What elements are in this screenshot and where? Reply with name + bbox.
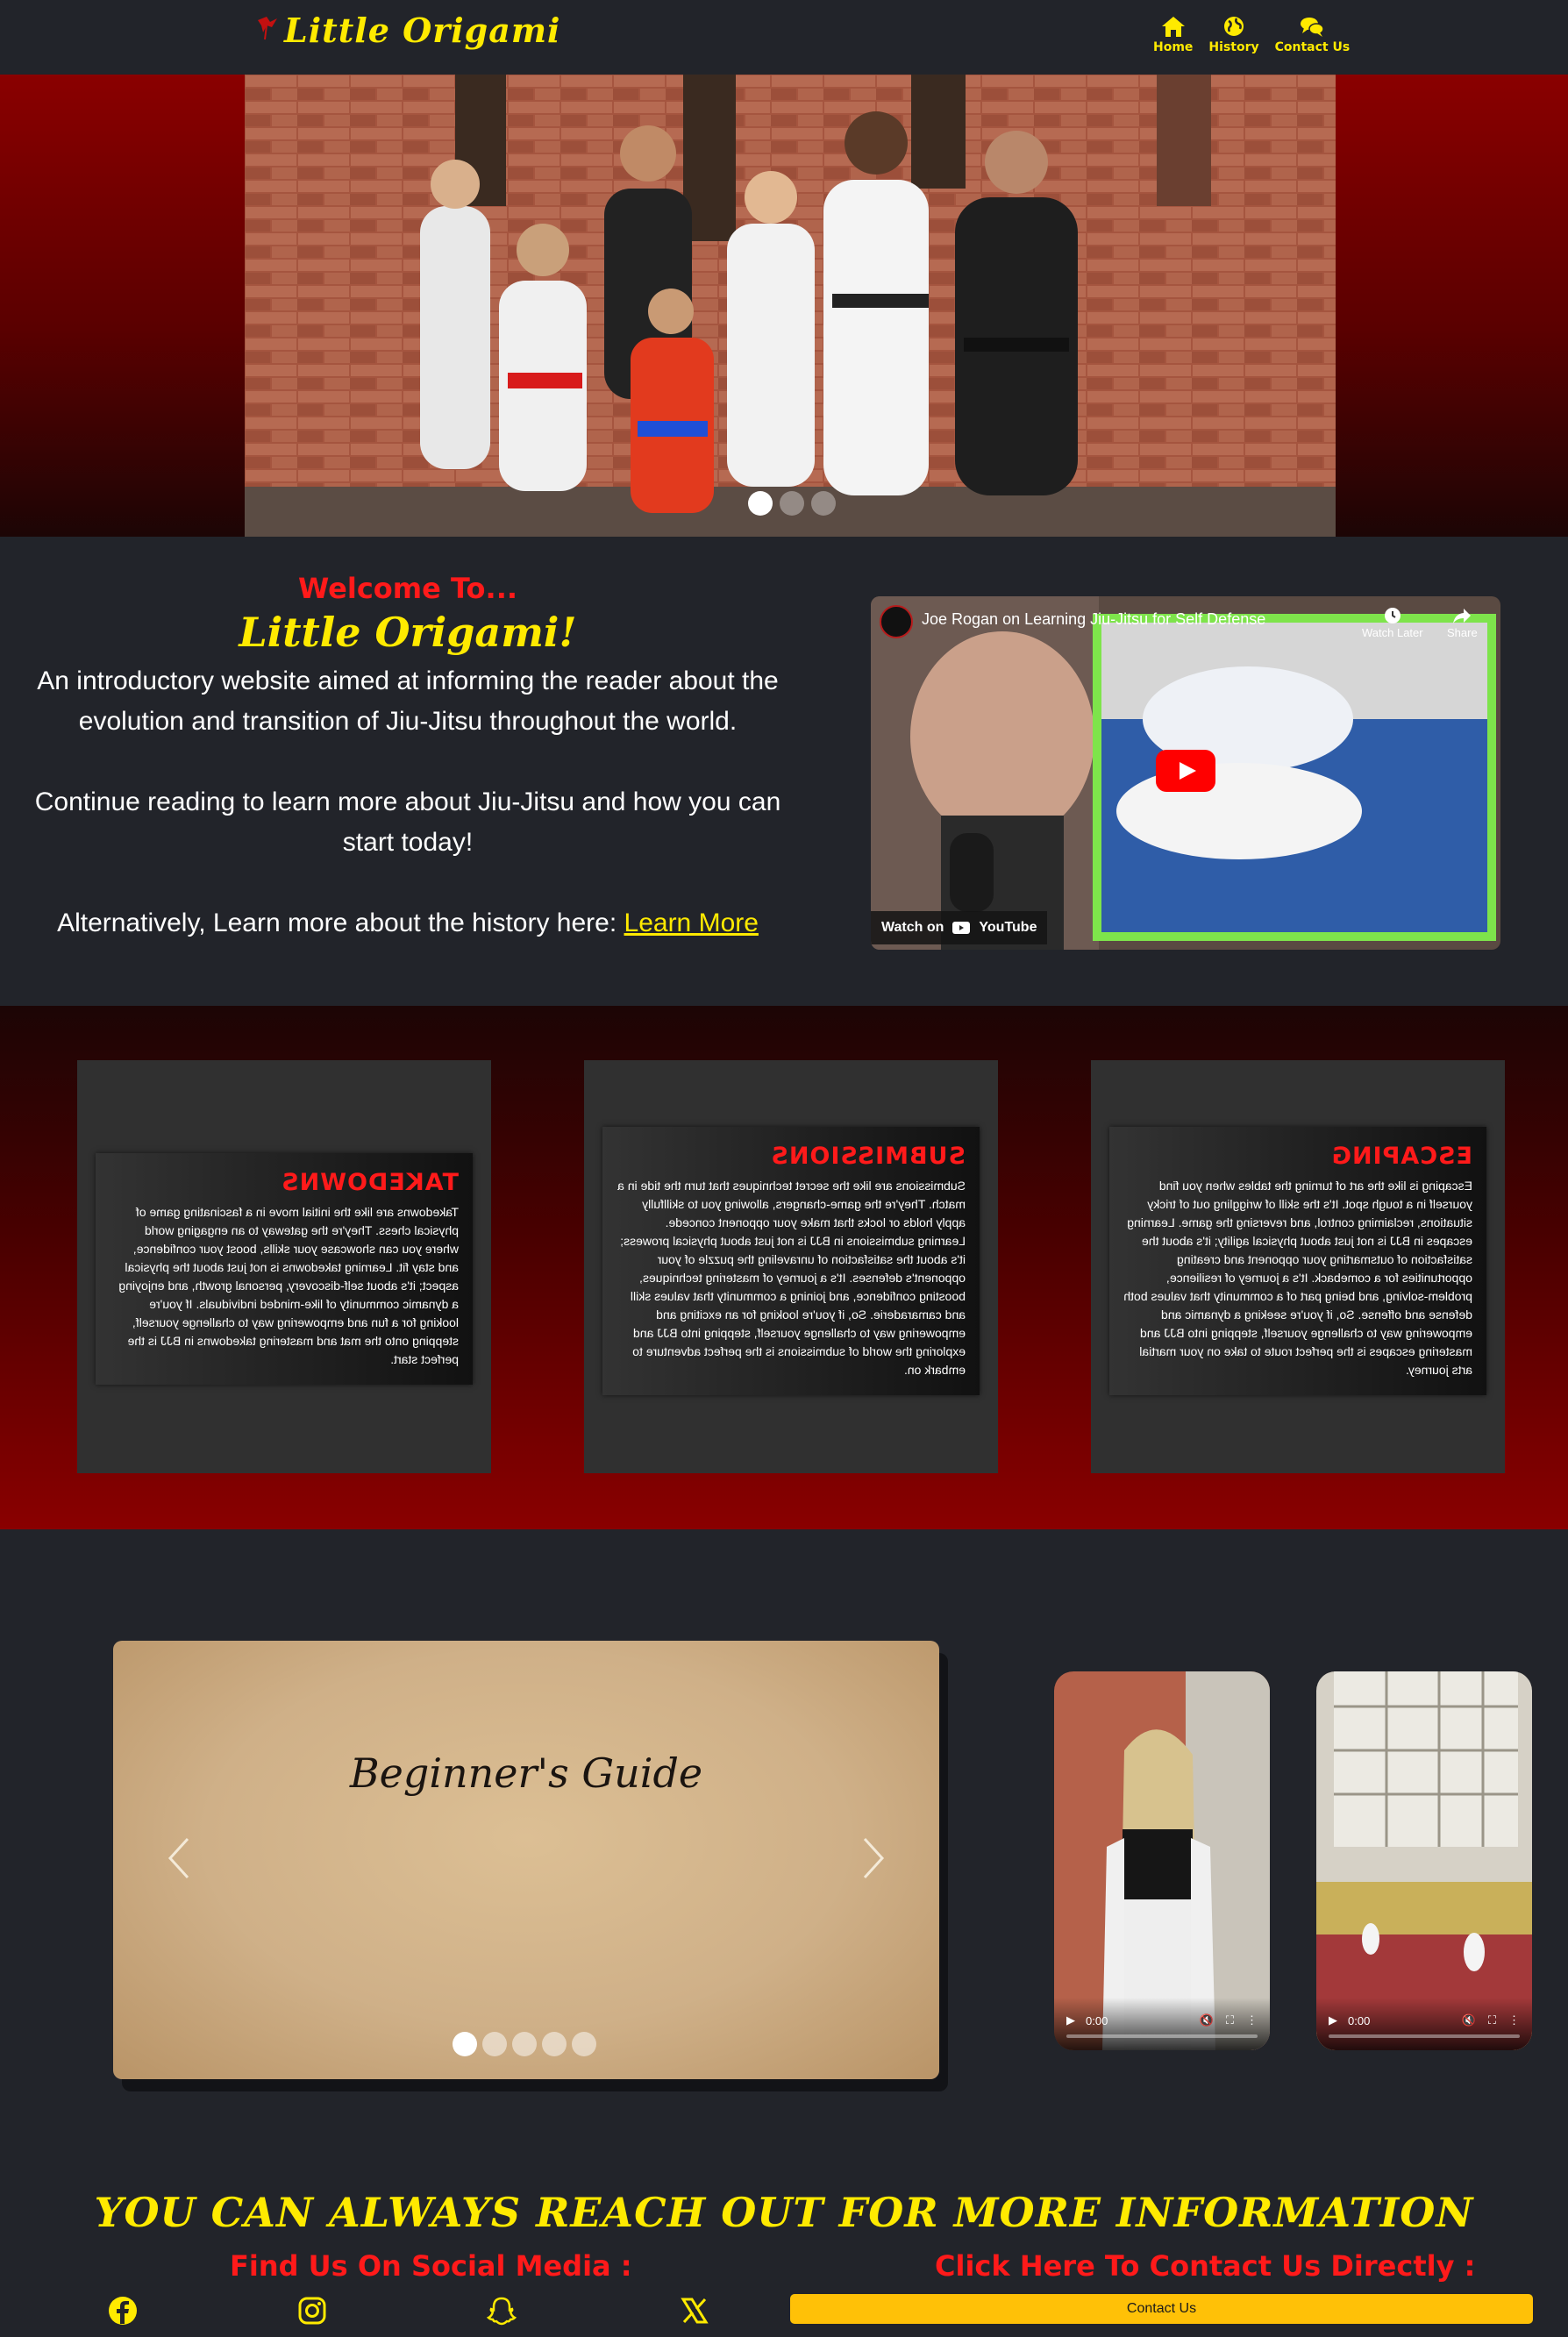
video-1-play-icon[interactable]: ▶ [1066,2013,1075,2027]
guide-indicator-4[interactable] [542,2032,567,2056]
main-nav: Home History Contact Us [1153,14,1350,54]
video-2-fullscreen-icon[interactable]: ⛶ [1488,2013,1496,2027]
nav-contact-label: Contact Us [1274,40,1351,54]
intro-paragraph-2: Continue reading to learn more about Jiu… [34,787,781,857]
nav-home[interactable]: Home [1153,14,1193,54]
card-escaping[interactable]: ESCAPING Escaping is like the art of tur… [1091,1060,1505,1473]
video-1-time: 0:00 [1086,2013,1108,2027]
hero-indicator-2[interactable] [780,491,804,516]
hero-indicator-3[interactable] [811,491,836,516]
x-icon[interactable] [679,2295,710,2326]
video-2-play-icon[interactable]: ▶ [1329,2013,1337,2027]
card-escaping-content: ESCAPING Escaping is like the art of tur… [1109,1127,1486,1395]
card-escaping-title: ESCAPING [1330,1143,1472,1170]
card-takedowns-title: TAKEDOWNS [281,1169,459,1196]
nav-home-label: Home [1153,40,1194,54]
video-player-2[interactable]: ▶ 0:00 🔇 ⛶ ⋮ [1316,1671,1532,2050]
youtube-embed[interactable]: Joe Rogan on Learning Jiu-Jitsu for Self… [871,596,1500,950]
video-1-poster [1054,1671,1270,2050]
share-icon [1453,609,1472,623]
hero-indicators [748,491,836,516]
youtube-label: YouTube [979,920,1037,935]
guide-indicator-5[interactable] [572,2032,596,2056]
share-label: Share [1447,626,1478,639]
video-player-1[interactable]: ▶ 0:00 🔇 ⛶ ⋮ [1054,1671,1270,2050]
card-submissions-body: Submissions are like the secret techniqu… [617,1179,966,1377]
guide-indicators [453,2032,596,2056]
origami-logo-icon [258,16,277,39]
video-2-time: 0:00 [1348,2013,1371,2027]
martial-arts-group-photo [245,75,1336,537]
card-takedowns-body: Takedowns are like the initial move in a… [118,1205,459,1366]
contact-us-button[interactable]: Contact Us [790,2294,1533,2324]
social-heading: Find Us On Social Media : [230,2249,632,2283]
nav-contact[interactable]: Contact Us [1274,14,1351,54]
video-2-mute-icon[interactable]: 🔇 [1462,2013,1476,2027]
nav-history[interactable]: History [1208,14,1259,54]
techniques-section: TAKEDOWNS Takedowns are like the initial… [0,1006,1568,1529]
video-2-poster [1316,1671,1532,2050]
guide-indicator-2[interactable] [482,2032,507,2056]
youtube-logo-icon [952,922,971,934]
video-1-progress[interactable] [1066,2034,1258,2038]
beginners-guide-carousel: Beginner's Guide [113,1641,939,2079]
guide-indicator-1[interactable] [453,2032,477,2056]
contact-heading: Click Here To Contact Us Directly : [935,2249,1476,2283]
hero-photo [245,75,1336,537]
welcome-heading: Welcome To... [298,572,517,605]
video-1-controls: ▶ 0:00 🔇 ⛶ ⋮ [1066,2013,1258,2027]
navbar: Little Origami Home History Contact Us [0,0,1568,75]
video-1-fullscreen-icon[interactable]: ⛶ [1226,2013,1234,2027]
share-button[interactable]: Share [1447,605,1478,639]
card-submissions[interactable]: SUBMISSIONS Submissions are like the sec… [584,1060,998,1473]
hero-carousel [0,75,1568,537]
card-takedowns-content: TAKEDOWNS Takedowns are like the initial… [96,1153,473,1385]
video-1-mute-icon[interactable]: 🔇 [1200,2013,1214,2027]
intro-history-prefix: Alternatively, Learn more about the hist… [57,908,624,937]
video-2-controls: ▶ 0:00 🔇 ⛶ ⋮ [1329,2013,1520,2027]
guide-indicator-3[interactable] [512,2032,537,2056]
brand-name: Little Origami [284,11,561,50]
chat-icon [1301,18,1325,37]
reach-out-heading: YOU CAN ALWAYS REACH OUT FOR MORE INFORM… [94,2189,1474,2236]
watch-on-youtube[interactable]: Watch on YouTube [871,911,1048,944]
channel-avatar[interactable] [880,605,913,638]
intro-title: Little Origami! [239,609,577,656]
video-2-menu-icon[interactable]: ⋮ [1508,2013,1520,2027]
play-button-icon[interactable] [1156,750,1215,792]
chevron-left-icon[interactable] [161,1832,196,1885]
globe-icon [1224,17,1244,36]
chevron-right-icon[interactable] [856,1832,891,1885]
watch-later-button[interactable]: Watch Later [1362,605,1423,639]
video-title[interactable]: Joe Rogan on Learning Jiu-Jitsu for Self… [922,610,1265,629]
hero-indicator-1[interactable] [748,491,773,516]
nav-history-label: History [1208,40,1259,54]
card-submissions-title: SUBMISSIONS [770,1143,966,1170]
snapchat-icon[interactable] [486,2295,517,2326]
learn-more-link[interactable]: Learn More [624,908,759,937]
intro-section: Welcome To... Little Origami! An introdu… [0,537,1568,1006]
facebook-icon[interactable] [107,2295,139,2326]
video-1-menu-icon[interactable]: ⋮ [1246,2013,1258,2027]
card-escaping-body: Escaping is like the art of turning the … [1123,1179,1472,1377]
card-takedowns[interactable]: TAKEDOWNS Takedowns are like the initial… [77,1060,491,1473]
intro-paragraph-3: Alternatively, Learn more about the hist… [18,903,798,944]
watch-later-label: Watch Later [1362,626,1423,639]
instagram-icon[interactable] [296,2295,328,2326]
intro-paragraph-1: An introductory website aimed at informi… [37,666,779,736]
clock-icon [1384,608,1401,623]
home-icon [1161,17,1185,37]
brand[interactable]: Little Origami [254,11,561,50]
guide-title: Beginner's Guide [349,1749,703,1797]
video-2-progress[interactable] [1329,2034,1520,2038]
card-submissions-content: SUBMISSIONS Submissions are like the sec… [602,1127,980,1395]
watch-on-label: Watch on [881,920,944,935]
intro-text: Welcome To... Little Origami! An introdu… [18,572,798,944]
